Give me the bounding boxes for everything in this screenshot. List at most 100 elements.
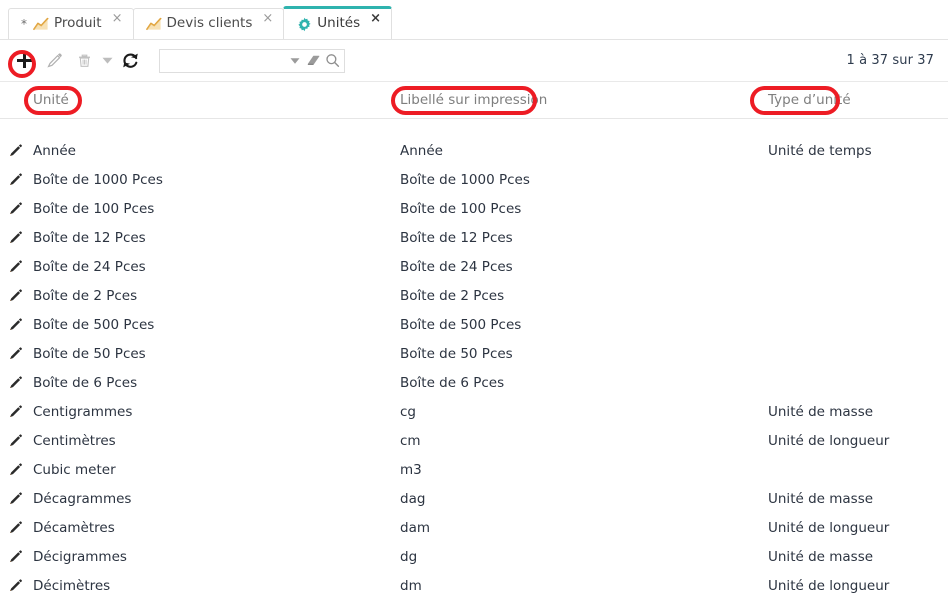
search-input[interactable] xyxy=(160,50,284,71)
row-edit-pencil-icon[interactable] xyxy=(0,404,33,419)
add-button[interactable] xyxy=(9,47,39,75)
cell-unite-label: Année xyxy=(33,142,76,159)
toolbar: 1 à 37 sur 37 xyxy=(0,40,948,82)
table-row[interactable]: Cubic meter m3 xyxy=(0,455,948,484)
tab-label: Unités xyxy=(317,15,361,32)
row-edit-pencil-icon[interactable] xyxy=(0,259,33,274)
cell-unite: Boîte de 6 Pces xyxy=(0,375,394,391)
table-row[interactable]: Décamètres dam Unité de longueur xyxy=(0,513,948,542)
table-row[interactable]: Décigrammes dg Unité de masse xyxy=(0,542,948,571)
cell-unite: Décimètres xyxy=(0,578,394,594)
cell-unite: Décigrammes xyxy=(0,549,394,565)
tab-unit-s[interactable]: Unités × xyxy=(283,6,393,39)
cell-unite-label: Boîte de 2 Pces xyxy=(33,287,138,304)
table-row[interactable]: Boîte de 100 Pces Boîte de 100 Pces xyxy=(0,194,948,223)
cell-unite: Cubic meter xyxy=(0,462,394,478)
table-row[interactable]: Boîte de 50 Pces Boîte de 50 Pces xyxy=(0,339,948,368)
refresh-button[interactable] xyxy=(115,47,145,75)
cell-unite-label: Centigrammes xyxy=(33,403,133,420)
cell-unite-label: Boîte de 100 Pces xyxy=(33,200,155,217)
application-window: * Produit × Devis clients × Unités × 1 à… xyxy=(0,0,948,605)
table-row[interactable]: Boîte de 6 Pces Boîte de 6 Pces xyxy=(0,368,948,397)
row-edit-pencil-icon[interactable] xyxy=(0,491,33,506)
cell-unite-label: Boîte de 12 Pces xyxy=(33,229,146,246)
table-row[interactable]: Boîte de 24 Pces Boîte de 24 Pces xyxy=(0,252,948,281)
cell-unite: Boîte de 50 Pces xyxy=(0,346,394,362)
tab-produit[interactable]: * Produit × xyxy=(8,8,134,39)
table-row[interactable]: Année Année Unité de temps xyxy=(0,136,948,165)
column-header-libelle[interactable]: Libellé sur impression xyxy=(394,92,756,108)
row-edit-pencil-icon[interactable] xyxy=(0,578,33,593)
cell-unite: Boîte de 12 Pces xyxy=(0,230,394,246)
close-icon[interactable]: × xyxy=(370,12,381,25)
chart-line-icon xyxy=(145,16,162,32)
cell-libelle: Boîte de 6 Pces xyxy=(400,374,505,391)
row-edit-pencil-icon[interactable] xyxy=(0,172,33,187)
row-edit-pencil-icon[interactable] xyxy=(0,317,33,332)
chart-line-icon xyxy=(33,16,49,32)
close-icon[interactable]: × xyxy=(112,12,123,25)
cell-libelle: dam xyxy=(400,519,430,536)
eraser-icon[interactable] xyxy=(305,52,322,70)
cell-unite-label: Boîte de 500 Pces xyxy=(33,316,155,333)
cell-type: Unité de temps xyxy=(768,142,872,159)
cell-libelle: m3 xyxy=(400,461,422,478)
row-edit-pencil-icon[interactable] xyxy=(0,375,33,390)
cell-unite: Centigrammes xyxy=(0,404,394,420)
more-dropdown-button[interactable] xyxy=(99,47,115,75)
row-edit-pencil-icon[interactable] xyxy=(0,143,33,158)
row-edit-pencil-icon[interactable] xyxy=(0,346,33,361)
cell-unite: Décagrammes xyxy=(0,491,394,507)
cell-unite: Décamètres xyxy=(0,520,394,536)
table-row[interactable]: Décagrammes dag Unité de masse xyxy=(0,484,948,513)
cell-unite-label: Décamètres xyxy=(33,519,115,536)
cell-unite-label: Boîte de 50 Pces xyxy=(33,345,146,362)
cell-unite: Centimètres xyxy=(0,433,394,449)
table-row[interactable]: Boîte de 12 Pces Boîte de 12 Pces xyxy=(0,223,948,252)
delete-button[interactable] xyxy=(69,47,99,75)
table-header-row: Unité Libellé sur impression Type d’unit… xyxy=(0,82,948,119)
cell-libelle: Boîte de 1000 Pces xyxy=(400,171,530,188)
tab-devis-clients[interactable]: Devis clients × xyxy=(132,8,285,39)
cell-unite: Boîte de 500 Pces xyxy=(0,317,394,333)
row-edit-pencil-icon[interactable] xyxy=(0,230,33,245)
cell-libelle: Boîte de 2 Pces xyxy=(400,287,505,304)
table-row[interactable]: Décimètres dm Unité de longueur xyxy=(0,571,948,600)
table-row[interactable]: Centigrammes cg Unité de masse xyxy=(0,397,948,426)
row-edit-pencil-icon[interactable] xyxy=(0,433,33,448)
row-edit-pencil-icon[interactable] xyxy=(0,520,33,535)
edit-button[interactable] xyxy=(39,47,69,75)
column-header-unite[interactable]: Unité xyxy=(0,92,394,108)
cell-libelle: Boîte de 500 Pces xyxy=(400,316,522,333)
gear-icon xyxy=(296,16,312,32)
caret-down-icon xyxy=(102,57,112,64)
cell-type: Unité de longueur xyxy=(768,577,890,594)
close-icon[interactable]: × xyxy=(262,12,273,25)
cell-libelle: Année xyxy=(400,142,443,159)
cell-libelle: dm xyxy=(400,577,422,594)
row-edit-pencil-icon[interactable] xyxy=(0,462,33,477)
cell-libelle: Boîte de 12 Pces xyxy=(400,229,513,246)
cell-libelle: Boîte de 24 Pces xyxy=(400,258,513,275)
row-edit-pencil-icon[interactable] xyxy=(0,201,33,216)
table-row[interactable]: Boîte de 500 Pces Boîte de 500 Pces xyxy=(0,310,948,339)
column-header-type[interactable]: Type d’unité xyxy=(756,92,948,108)
table-row[interactable]: Boîte de 2 Pces Boîte de 2 Pces xyxy=(0,281,948,310)
cell-unite: Boîte de 100 Pces xyxy=(0,201,394,217)
table-row[interactable]: Boîte de 1000 Pces Boîte de 1000 Pces xyxy=(0,165,948,194)
cell-unite: Boîte de 1000 Pces xyxy=(0,172,394,188)
magnifier-icon[interactable] xyxy=(324,52,341,70)
cell-unite: Boîte de 24 Pces xyxy=(0,259,394,275)
trash-icon xyxy=(78,54,90,67)
cell-libelle: dg xyxy=(400,548,418,565)
tab-label: Devis clients xyxy=(166,15,253,32)
search-dropdown-icon[interactable] xyxy=(286,52,303,70)
plus-icon xyxy=(16,53,32,68)
row-edit-pencil-icon[interactable] xyxy=(0,549,33,564)
cell-type: Unité de longueur xyxy=(768,519,890,536)
pencil-icon xyxy=(46,53,62,68)
search-filter-box[interactable] xyxy=(159,48,345,73)
table-row[interactable]: Centimètres cm Unité de longueur xyxy=(0,426,948,455)
tab-label: Produit xyxy=(54,15,102,32)
row-edit-pencil-icon[interactable] xyxy=(0,288,33,303)
